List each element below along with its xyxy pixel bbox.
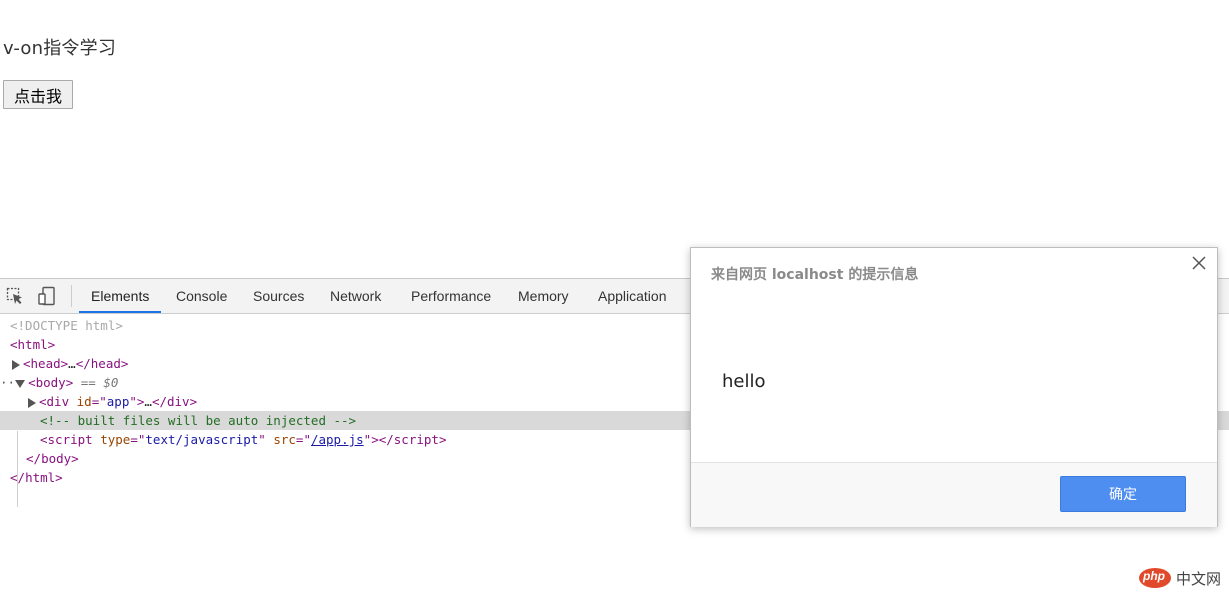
click-me-button[interactable]: 点击我	[3, 80, 73, 109]
alert-dialog: 来自网页 localhost 的提示信息 hello 确定	[690, 247, 1218, 527]
collapse-arrow-icon[interactable]	[15, 379, 26, 388]
tab-elements[interactable]: Elements	[79, 279, 162, 313]
script-src-link[interactable]: /app.js	[311, 432, 364, 447]
expand-arrow-icon[interactable]	[28, 397, 36, 408]
cursor-select-icon[interactable]	[5, 286, 25, 306]
tab-console[interactable]: Console	[176, 279, 227, 313]
dom-doctype[interactable]: <!DOCTYPE html>	[10, 316, 123, 335]
dom-html-open[interactable]: <html>	[10, 335, 55, 354]
tab-network[interactable]: Network	[330, 279, 381, 313]
dialog-title: 来自网页 localhost 的提示信息	[711, 267, 919, 283]
dom-head-node[interactable]: <head>…</head>	[12, 354, 128, 373]
dom-comment-node[interactable]: <!-- built files will be auto injected -…	[40, 411, 356, 430]
dom-html-close[interactable]: </html>	[10, 468, 63, 487]
tab-performance[interactable]: Performance	[411, 279, 491, 313]
dialog-message: hello	[722, 371, 766, 392]
close-icon[interactable]	[1191, 255, 1207, 271]
device-toggle-icon[interactable]	[37, 286, 57, 306]
watermark-site-text: 中文网	[1175, 569, 1221, 588]
tab-sources[interactable]: Sources	[253, 279, 304, 313]
tab-memory[interactable]: Memory	[518, 279, 569, 313]
dom-div-app-node[interactable]: <div id="app">…</div>	[28, 392, 197, 411]
expand-arrow-icon[interactable]	[12, 359, 20, 370]
ok-button[interactable]: 确定	[1060, 476, 1186, 512]
php-logo-watermark: php 中文网	[1138, 566, 1221, 590]
dom-body-close[interactable]: </body>	[26, 449, 79, 468]
dom-body-node[interactable]: ·· <body> == $0	[0, 373, 118, 392]
watermark-logo-text: php	[1142, 569, 1165, 583]
dom-script-node[interactable]: <script type="text/javascript" src="/app…	[40, 430, 446, 449]
page-heading: v-on指令学习	[3, 38, 117, 59]
tab-application[interactable]: Application	[598, 279, 667, 313]
dialog-footer: 确定	[691, 462, 1217, 527]
toolbar-divider	[71, 285, 72, 307]
